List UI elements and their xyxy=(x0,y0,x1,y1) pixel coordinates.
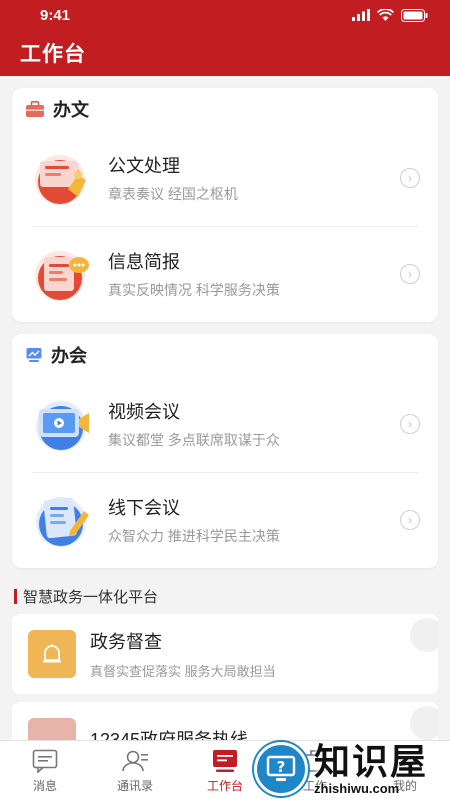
contacts-icon xyxy=(121,747,149,775)
office-doc-header: 办文 xyxy=(12,88,438,130)
office-meeting-card: 办会 视频会议 集议都堂 多点联席取谋于众 › 线下会议 众智众力 推进科学民主… xyxy=(12,334,438,568)
office-doc-title: 办文 xyxy=(53,100,89,120)
list-item-video-conference[interactable]: 视频会议 集议都堂 多点联席取谋于众 › xyxy=(12,376,438,472)
app-bar: 工作台 xyxy=(0,30,450,76)
tab-contacts[interactable]: 通讯录 xyxy=(100,747,170,794)
video-conference-icon xyxy=(36,401,89,451)
watermark-text: 知识屋 xyxy=(314,740,429,782)
leaf-decoration-icon xyxy=(410,706,438,740)
list-item-subtitle: 真实反映情况 科学服务决策 xyxy=(108,282,280,298)
watermark: ? 知识屋 zhishiwu.com xyxy=(250,738,450,800)
platform-section-title: 智慧政务一体化平台 xyxy=(12,578,438,614)
presentation-icon xyxy=(26,347,42,363)
signal-icon xyxy=(352,9,370,21)
chevron-right-icon: › xyxy=(400,510,420,530)
list-item-title: 公文处理 xyxy=(108,156,180,176)
list-item-document-processing[interactable]: 公文处理 章表奏议 经国之枢机 › xyxy=(12,130,438,226)
workbench-icon xyxy=(212,747,238,775)
list-item-subtitle: 章表奏议 经国之枢机 xyxy=(108,186,238,202)
tab-messages[interactable]: 消息 xyxy=(10,747,80,794)
office-meeting-header: 办会 xyxy=(12,334,438,376)
list-item-title: 信息简报 xyxy=(108,252,180,272)
list-item-subtitle: 真督实查促落实 服务大局敢担当 xyxy=(90,664,276,679)
watermark-url: zhishiwu.com xyxy=(314,780,400,796)
page-title: 工作台 xyxy=(20,43,86,66)
leaf-decoration-icon xyxy=(410,618,438,652)
status-bar: 9:41 xyxy=(0,0,450,30)
list-item-subtitle: 集议都堂 多点联席取谋于众 xyxy=(108,432,280,448)
chevron-right-icon: › xyxy=(400,414,420,434)
briefcase-icon xyxy=(26,101,44,117)
office-meeting-title: 办会 xyxy=(51,346,87,366)
message-icon xyxy=(32,747,58,775)
list-item-offline-meeting[interactable]: 线下会议 众智众力 推进科学民主决策 › xyxy=(12,472,438,568)
alarm-bell-icon xyxy=(28,630,76,678)
watermark-logo-icon: ? xyxy=(254,742,308,796)
list-item-title: 视频会议 xyxy=(108,402,180,422)
offline-meeting-icon xyxy=(36,497,89,547)
main-content: 办文 公文处理 章表奏议 经国之枢机 › 信息简报 真实反映情况 科学服务决策 … xyxy=(0,76,450,782)
list-item-info-briefing[interactable]: 信息简报 真实反映情况 科学服务决策 › xyxy=(12,226,438,322)
chevron-right-icon: › xyxy=(400,168,420,188)
svg-text:?: ? xyxy=(277,758,286,776)
list-item-title: 政务督查 xyxy=(90,632,162,652)
status-time: 9:41 xyxy=(40,6,71,24)
wifi-icon xyxy=(377,9,394,21)
chevron-right-icon: › xyxy=(400,264,420,284)
document-processing-icon xyxy=(35,155,86,205)
battery-icon xyxy=(401,8,428,22)
info-briefing-icon xyxy=(35,251,89,301)
list-item-supervision[interactable]: 政务督查 真督实查促落实 服务大局敢担当 xyxy=(12,614,438,694)
office-doc-card: 办文 公文处理 章表奏议 经国之枢机 › 信息简报 真实反映情况 科学服务决策 … xyxy=(12,88,438,322)
list-item-subtitle: 众智众力 推进科学民主决策 xyxy=(108,528,280,544)
list-item-title: 线下会议 xyxy=(108,498,180,518)
